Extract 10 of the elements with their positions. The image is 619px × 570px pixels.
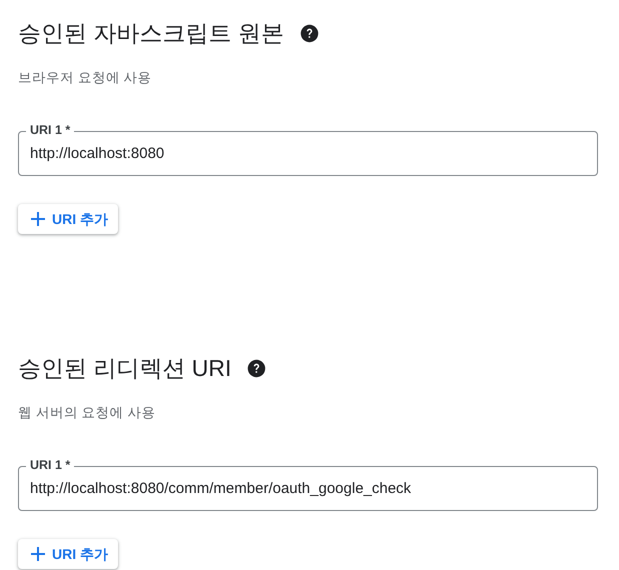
plus-icon bbox=[30, 546, 46, 562]
plus-icon bbox=[30, 211, 46, 227]
help-icon[interactable] bbox=[247, 358, 266, 378]
add-uri-button[interactable]: URI 추가 bbox=[18, 204, 118, 234]
section-title: 승인된 자바스크립트 원본 bbox=[18, 19, 284, 48]
help-icon[interactable] bbox=[300, 24, 319, 42]
section-title: 승인된 리디렉션 URI bbox=[18, 354, 232, 383]
section-description: 웹 서버의 요청에 사용 bbox=[18, 404, 156, 422]
section-description: 브라우저 요청에 사용 bbox=[18, 69, 153, 87]
add-uri-button[interactable]: URI 추가 bbox=[18, 539, 118, 569]
